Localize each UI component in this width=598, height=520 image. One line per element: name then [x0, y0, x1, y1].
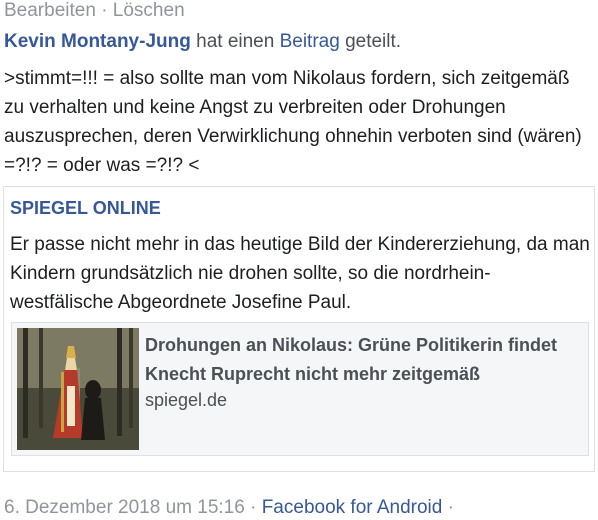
post-footer: 6. Dezember 2018 um 15:16 · Facebook for…	[4, 496, 454, 520]
author-line: Kevin Montany-Jung hat einen Beitrag get…	[4, 30, 401, 54]
edit-link[interactable]: Bearbeiten	[4, 0, 96, 21]
actions-separator: ·	[101, 0, 108, 21]
post-text: >stimmt=!!! = also sollte man vom Nikola…	[4, 68, 582, 176]
link-preview-card[interactable]: Drohungen an Nikolaus: Grüne Politikerin…	[11, 322, 589, 456]
nikolaus-photo-icon	[17, 328, 139, 450]
footer-trailing-separator: ·	[447, 497, 454, 518]
app-source-link[interactable]: Facebook for Android	[262, 497, 443, 518]
link-preview-image[interactable]	[17, 328, 139, 450]
shared-post-card: SPIEGEL ONLINE Er passe nicht mehr in da…	[3, 186, 595, 472]
link-preview-title[interactable]: Drohungen an Nikolaus: Grüne Politikerin…	[145, 331, 585, 389]
shared-source-name[interactable]: SPIEGEL ONLINE	[10, 197, 161, 219]
shared-post-link[interactable]: Beitrag	[280, 31, 340, 52]
post-timestamp[interactable]: 6. Dezember 2018 um 15:16	[4, 497, 245, 518]
footer-separator: ·	[250, 497, 257, 518]
shared-post-container: Bearbeiten · Löschen Kevin Montany-Jung …	[0, 0, 598, 520]
author-line-text-before: hat einen	[196, 31, 275, 52]
delete-link[interactable]: Löschen	[113, 0, 185, 21]
author-line-text-after: geteilt.	[345, 31, 402, 52]
shared-post-text: Er passe nicht mehr in das heutige Bild …	[10, 234, 590, 313]
link-preview-domain: spiegel.de	[145, 390, 228, 410]
post-actions: Bearbeiten · Löschen	[4, 0, 185, 22]
author-name[interactable]: Kevin Montany-Jung	[4, 31, 191, 52]
